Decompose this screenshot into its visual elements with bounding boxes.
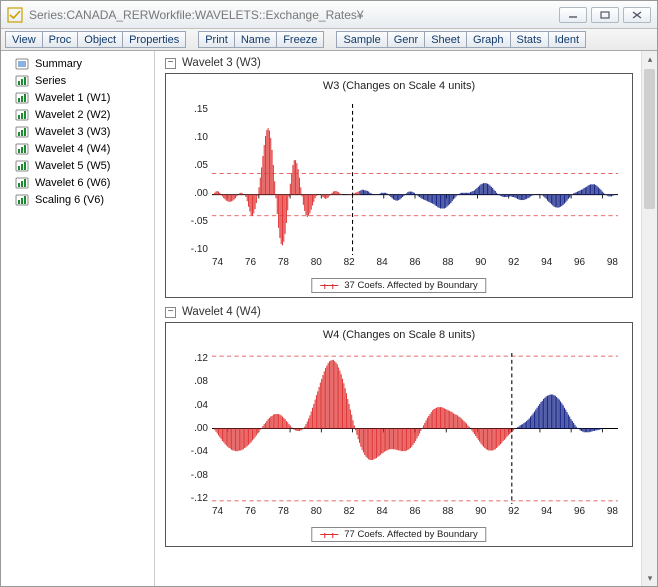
series-icon [15, 160, 29, 172]
toolbar-freeze-button[interactable]: Freeze [276, 31, 324, 48]
tree-item-label: Series [35, 75, 66, 87]
toolbar-properties-button[interactable]: Properties [122, 31, 186, 48]
tree-item-label: Wavelet 2 (W2) [35, 109, 110, 121]
content-panel: −Wavelet 3 (W3)W3 (Changes on Scale 4 un… [155, 51, 657, 586]
minimize-button[interactable] [559, 7, 587, 23]
chart-section: −Wavelet 3 (W3) W3 (Changes on Scale 4 un… [165, 57, 633, 298]
legend-label: 37 Coefs. Affected by Boundary [344, 280, 477, 291]
scroll-down-icon[interactable]: ▾ [642, 570, 657, 586]
legend-swatch-icon [320, 534, 338, 535]
section-title: Wavelet 4 (W4) [182, 306, 261, 318]
toolbar-print-button[interactable]: Print [198, 31, 234, 48]
toolbar-stats-button[interactable]: Stats [510, 31, 548, 48]
plot-frame: W3 (Changes on Scale 4 units) .15.10.05.0… [165, 73, 633, 298]
series-icon [15, 126, 29, 138]
toolbar-view-button[interactable]: View [5, 31, 42, 48]
tree-item[interactable]: Summary [7, 55, 148, 72]
tree-panel: Summary Series Wavelet 1 (W1) Wavelet 2 (W2… [1, 51, 155, 586]
tree-item-label: Wavelet 6 (W6) [35, 177, 110, 189]
toolbar-object-button[interactable]: Object [77, 31, 122, 48]
chart-section: −Wavelet 4 (W4) W4 (Changes on Scale 8 un… [165, 306, 633, 547]
tree-item[interactable]: Series [7, 72, 148, 89]
tree-item-label: Wavelet 4 (W4) [35, 143, 110, 155]
tree-item-label: Scaling 6 (V6) [35, 194, 104, 206]
legend: 37 Coefs. Affected by Boundary [311, 278, 486, 293]
section-header: −Wavelet 3 (W3) [165, 57, 633, 69]
scrollbar[interactable]: ▴ ▾ [641, 51, 657, 586]
title-series-name: CANADA_RER [66, 8, 148, 22]
series-icon [15, 177, 29, 189]
scroll-thumb[interactable] [644, 69, 655, 209]
title-workfile-label: Workfile: [148, 8, 194, 22]
y-axis-labels: .15.10.05.00-.05-.10 [170, 104, 208, 255]
series-icon [15, 75, 29, 87]
toolbar-genr-button[interactable]: Genr [387, 31, 424, 48]
series-icon [15, 92, 29, 104]
title-workfile-name: WAVELETS::Exchange_Rates¥ [195, 8, 364, 22]
summary-icon [15, 58, 29, 70]
series-icon [15, 143, 29, 155]
tree-item-label: Wavelet 1 (W1) [35, 92, 110, 104]
tree-item[interactable]: Wavelet 6 (W6) [7, 174, 148, 191]
tree-item[interactable]: Wavelet 1 (W1) [7, 89, 148, 106]
tree-item[interactable]: Wavelet 5 (W5) [7, 157, 148, 174]
x-axis-labels: 74767880828486889092949698 [212, 257, 618, 271]
legend-label: 77 Coefs. Affected by Boundary [344, 529, 477, 540]
legend-swatch-icon [320, 285, 338, 286]
series-icon [15, 109, 29, 121]
tree-item-label: Wavelet 3 (W3) [35, 126, 110, 138]
toolbar-sample-button[interactable]: Sample [336, 31, 386, 48]
collapse-button[interactable]: − [165, 58, 176, 69]
section-header: −Wavelet 4 (W4) [165, 306, 633, 318]
tree-item[interactable]: Wavelet 3 (W3) [7, 123, 148, 140]
title-series-label: Series: [29, 8, 66, 22]
collapse-button[interactable]: − [165, 307, 176, 318]
app-icon [7, 7, 23, 23]
toolbar-ident-button[interactable]: Ident [548, 31, 586, 48]
close-button[interactable] [623, 7, 651, 23]
tree-item[interactable]: Wavelet 4 (W4) [7, 140, 148, 157]
toolbar: ViewProcObjectProperties PrintNameFreeze S… [1, 29, 657, 51]
main: Summary Series Wavelet 1 (W1) Wavelet 2 (W2… [1, 51, 657, 586]
plot-title: W3 (Changes on Scale 4 units) [166, 80, 632, 92]
plot-frame: W4 (Changes on Scale 8 units) .12.08.04.0… [165, 322, 633, 547]
toolbar-name-button[interactable]: Name [234, 31, 276, 48]
maximize-button[interactable] [591, 7, 619, 23]
x-axis-labels: 74767880828486889092949698 [212, 506, 618, 520]
toolbar-graph-button[interactable]: Graph [466, 31, 510, 48]
tree-item-label: Summary [35, 58, 82, 70]
plot-area [212, 104, 618, 255]
y-axis-labels: .12.08.04.00-.04-.08-.12 [170, 353, 208, 504]
tree-item[interactable]: Scaling 6 (V6) [7, 191, 148, 208]
titlebar[interactable]: Series: CANADA_RER Workfile: WAVELETS::E… [1, 1, 657, 29]
section-title: Wavelet 3 (W3) [182, 57, 261, 69]
plot-area [212, 353, 618, 504]
tree-item[interactable]: Wavelet 2 (W2) [7, 106, 148, 123]
tree-item-label: Wavelet 5 (W5) [35, 160, 110, 172]
toolbar-proc-button[interactable]: Proc [42, 31, 78, 48]
toolbar-sheet-button[interactable]: Sheet [424, 31, 466, 48]
series-icon [15, 194, 29, 206]
scroll-up-icon[interactable]: ▴ [642, 51, 657, 67]
plot-title: W4 (Changes on Scale 8 units) [166, 329, 632, 341]
legend: 77 Coefs. Affected by Boundary [311, 527, 486, 542]
window-controls [559, 7, 651, 23]
